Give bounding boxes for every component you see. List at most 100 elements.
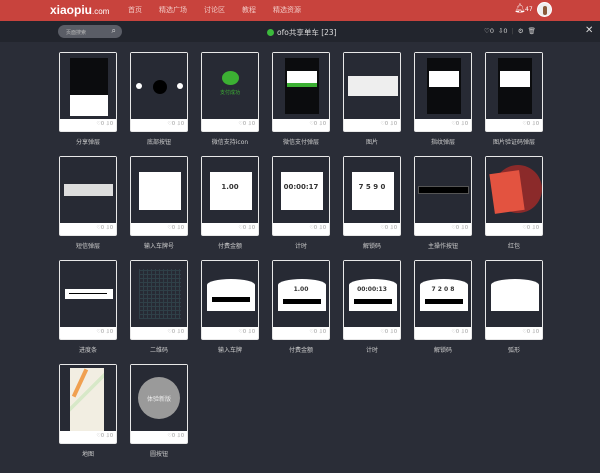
page-thumbnail[interactable]: 1.00 ♡0 ⇩0	[272, 260, 330, 340]
card-label[interactable]: 指纹弹层	[414, 137, 472, 146]
card-stats: ♡0 ⇩0	[309, 121, 326, 127]
page-card[interactable]: ♡0 ⇩0 进度条	[59, 260, 117, 354]
card-stats: ♡0 ⇩0	[96, 121, 113, 127]
card-stats: ♡0 ⇩0	[522, 121, 539, 127]
page-card[interactable]: ♡0 ⇩0 底部按钮	[130, 52, 188, 146]
card-label[interactable]: 输入车牌	[201, 345, 259, 354]
page-thumbnail[interactable]: 7 5 9 0 ♡0 ⇩0	[343, 156, 401, 236]
page-thumbnail[interactable]: ♡0 ⇩0	[485, 156, 543, 236]
nav-resources[interactable]: 精选资源	[273, 5, 301, 15]
page-thumbnail[interactable]: ♡0 ⇩0	[59, 156, 117, 236]
card-label[interactable]: 解锁码	[414, 345, 472, 354]
card-label[interactable]: 弧形	[485, 345, 543, 354]
page-card[interactable]: ♡0 ⇩0 弧形	[485, 260, 543, 354]
main-nav: 首页 精选广场 讨论区 教程 精选资源	[128, 5, 301, 15]
nav-home[interactable]: 首页	[128, 5, 142, 15]
page-thumbnail[interactable]: ♡0 ⇩0	[414, 156, 472, 236]
page-thumbnail[interactable]: ♡0 ⇩0	[130, 260, 188, 340]
page-thumbnail[interactable]: 00:00:13 ♡0 ⇩0	[343, 260, 401, 340]
card-label[interactable]: 二维码	[130, 345, 188, 354]
page-card[interactable]: 7 5 9 0 ♡0 ⇩0 解锁码	[343, 156, 401, 250]
card-stats: ♡0 ⇩0	[522, 225, 539, 231]
card-label[interactable]: 分享弹层	[59, 137, 117, 146]
page-card[interactable]: ♡0 ⇩0 二维码	[130, 260, 188, 354]
trash-icon[interactable]: 🗑︎	[528, 27, 536, 35]
page-thumbnail[interactable]: 支付成功 ♡0 ⇩0	[201, 52, 259, 132]
nav-featured[interactable]: 精选广场	[159, 5, 187, 15]
page-card[interactable]: 7 2 0 8 ♡0 ⇩0 解锁码	[414, 260, 472, 354]
page-card[interactable]: ♡0 ⇩0 分享弹层	[59, 52, 117, 146]
settings-icon[interactable]: ⚙	[518, 27, 524, 35]
page-card[interactable]: ♡0 ⇩0 指纹弹层	[414, 52, 472, 146]
close-icon[interactable]: ✕	[585, 25, 593, 36]
page-thumbnail[interactable]: ♡0 ⇩0	[201, 260, 259, 340]
search-input[interactable]: 页面搜索 ⌕	[58, 25, 122, 38]
card-label[interactable]: 解锁码	[343, 241, 401, 250]
page-thumbnail[interactable]: ♡0 ⇩0	[59, 364, 117, 444]
page-thumbnail[interactable]: 体验新版 ♡0 ⇩0	[130, 364, 188, 444]
card-label[interactable]: 付费金额	[201, 241, 259, 250]
card-label[interactable]: 短信弹层	[59, 241, 117, 250]
page-card[interactable]: ♡0 ⇩0 主操作按钮	[414, 156, 472, 250]
thumb-text: 00:00:17	[283, 183, 319, 191]
card-stats: ♡0 ⇩0	[380, 121, 397, 127]
avatar[interactable]	[537, 2, 552, 17]
card-stats: ♡0 ⇩0	[309, 329, 326, 335]
page-thumbnail[interactable]: ♡0 ⇩0	[343, 52, 401, 132]
page-card[interactable]: 00:00:13 ♡0 ⇩0 计时	[343, 260, 401, 354]
nav-forum[interactable]: 讨论区	[204, 5, 225, 15]
logo[interactable]: xiaopiu.com	[50, 3, 109, 17]
page-thumbnail[interactable]: 00:00:17 ♡0 ⇩0	[272, 156, 330, 236]
page-card[interactable]: ♡0 ⇩0 地图	[59, 364, 117, 458]
page-card[interactable]: ♡0 ⇩0 输入车牌号	[130, 156, 188, 250]
page-card[interactable]: ♡0 ⇩0 输入车牌	[201, 260, 259, 354]
page-thumbnail[interactable]: ♡0 ⇩0	[485, 260, 543, 340]
page-card[interactable]: 00:00:17 ♡0 ⇩0 计时	[272, 156, 330, 250]
page-thumbnail[interactable]: ♡0 ⇩0	[485, 52, 543, 132]
page-thumbnail[interactable]: ♡0 ⇩0	[272, 52, 330, 132]
page-thumbnail[interactable]: ♡0 ⇩0	[130, 52, 188, 132]
page-card[interactable]: 1.00 ♡0 ⇩0 付费金额	[272, 260, 330, 354]
project-title: ofo共享单车 [23]	[267, 27, 337, 38]
card-label[interactable]: 输入车牌号	[130, 241, 188, 250]
like-button[interactable]: ♡0	[484, 27, 494, 35]
page-card[interactable]: ♡0 ⇩0 图片验证码弹层	[485, 52, 543, 146]
page-thumbnail[interactable]: ♡0 ⇩0	[414, 52, 472, 132]
card-stats: ♡0 ⇩0	[96, 225, 113, 231]
card-label[interactable]: 付费金额	[272, 345, 330, 354]
card-label[interactable]: 微信支付弹层	[272, 137, 330, 146]
page-card[interactable]: ♡0 ⇩0 红包	[485, 156, 543, 250]
card-label[interactable]: 图片验证码弹层	[485, 137, 543, 146]
download-button[interactable]: ⇩0	[498, 27, 508, 35]
nav-tutorial[interactable]: 教程	[242, 5, 256, 15]
card-label[interactable]: 地图	[59, 449, 117, 458]
page-thumbnail[interactable]: ♡0 ⇩0	[130, 156, 188, 236]
card-stats: ♡0 ⇩0	[451, 121, 468, 127]
thumb-text: 支付成功	[219, 90, 240, 96]
page-thumbnail[interactable]: 7 2 0 8 ♡0 ⇩0	[414, 260, 472, 340]
card-label[interactable]: 圆按钮	[130, 449, 188, 458]
card-label[interactable]: 计时	[272, 241, 330, 250]
card-label[interactable]: 图片	[343, 137, 401, 146]
page-card[interactable]: 支付成功 ♡0 ⇩0 微信支持icon	[201, 52, 259, 146]
card-label[interactable]: 进度条	[59, 345, 117, 354]
page-card[interactable]: 1.00 ♡0 ⇩0 付费金额	[201, 156, 259, 250]
page-card[interactable]: ♡0 ⇩0 图片	[343, 52, 401, 146]
card-label[interactable]: 底部按钮	[130, 137, 188, 146]
bell-icon[interactable]: 🔔︎	[514, 4, 525, 14]
page-card[interactable]: ♡0 ⇩0 微信支付弹层	[272, 52, 330, 146]
search-icon[interactable]: ⌕	[112, 26, 116, 36]
card-label[interactable]: 计时	[343, 345, 401, 354]
page-thumbnail[interactable]: ♡0 ⇩0	[59, 52, 117, 132]
card-label[interactable]: 主操作按钮	[414, 241, 472, 250]
page-thumbnail[interactable]: 1.00 ♡0 ⇩0	[201, 156, 259, 236]
card-stats: ♡0 ⇩0	[238, 121, 255, 127]
page-thumbnail[interactable]: ♡0 ⇩0	[59, 260, 117, 340]
page-card[interactable]: ♡0 ⇩0 短信弹层	[59, 156, 117, 250]
page-card[interactable]: 体验新版 ♡0 ⇩0 圆按钮	[130, 364, 188, 458]
card-label[interactable]: 微信支持icon	[201, 137, 259, 146]
card-stats: ♡0 ⇩0	[380, 225, 397, 231]
card-label[interactable]: 红包	[485, 241, 543, 250]
thumb-text: 7 2 0 8	[431, 286, 455, 293]
top-nav-bar: xiaopiu.com 首页 精选广场 讨论区 教程 精选资源 🔔︎ 47	[0, 0, 600, 21]
